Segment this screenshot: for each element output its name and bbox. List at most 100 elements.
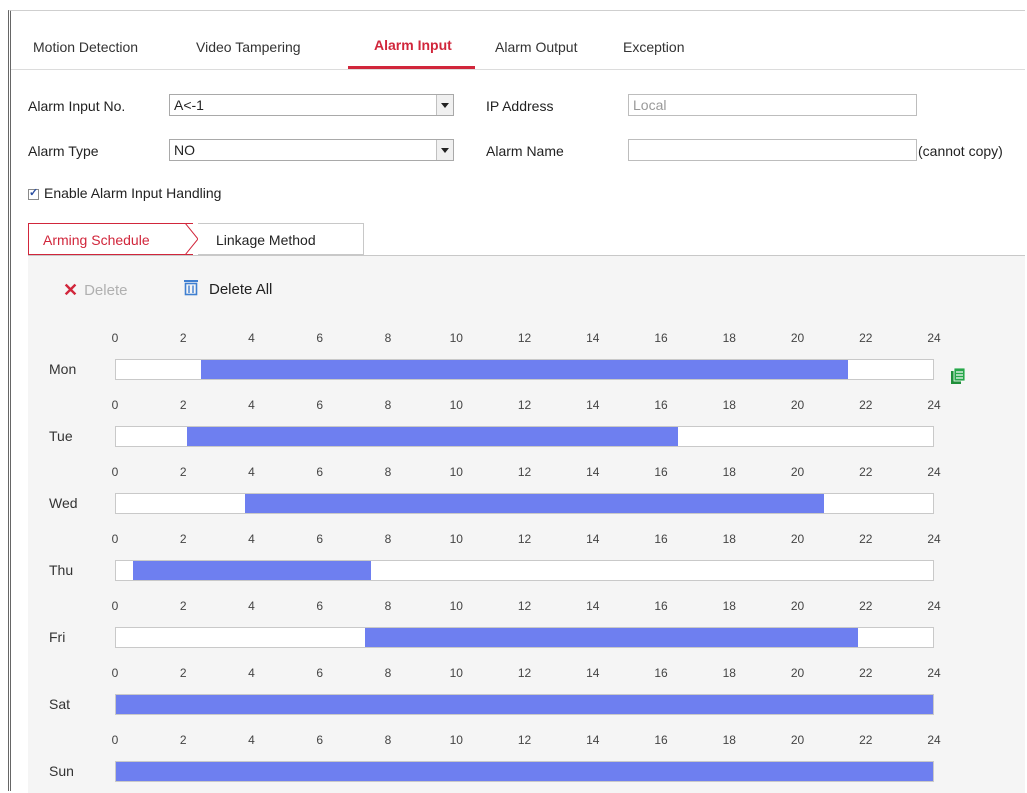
day-label: Tue [49, 428, 73, 444]
armed-time-segment[interactable] [245, 494, 825, 513]
schedule-row-mon: 0 2 4 6 8 10 12 14 16 18 20 22 24 Mon [11, 331, 1011, 391]
hour-tick-label: 18 [722, 599, 736, 613]
active-tab-indicator [348, 66, 475, 69]
tab-alarm-output[interactable]: Alarm Output [495, 39, 577, 55]
tab-video-tampering[interactable]: Video Tampering [196, 39, 301, 55]
alarm-input-no-select[interactable]: A<-1 [169, 94, 454, 116]
hour-tick-label: 4 [248, 465, 255, 479]
tab-exception[interactable]: Exception [623, 39, 684, 55]
hour-tick-label: 2 [179, 666, 187, 680]
hour-tick-label: 0 [111, 465, 119, 479]
day-timeline-bar[interactable] [115, 493, 934, 514]
armed-time-segment[interactable] [201, 360, 848, 379]
trash-icon [184, 280, 198, 296]
enable-alarm-input-label[interactable]: Enable Alarm Input Handling [44, 185, 221, 201]
hour-tick-label: 10 [449, 532, 463, 546]
chevron-down-icon[interactable] [436, 140, 453, 160]
hour-tick-label: 2 [179, 465, 187, 479]
hour-tick-label: 16 [654, 733, 668, 747]
hour-tick-label: 24 [927, 465, 941, 479]
day-timeline-bar[interactable] [115, 627, 934, 648]
schedule-row-wed: 0 2 4 6 8 10 12 14 16 18 20 22 24 Wed [11, 465, 1011, 525]
day-label: Thu [49, 562, 74, 578]
hour-tick-label: 6 [316, 532, 324, 546]
hour-tick-label: 14 [586, 733, 600, 747]
ip-address-value: Local [633, 97, 667, 113]
hour-tick-label: 12 [517, 733, 532, 747]
hour-tick-label: 8 [384, 666, 392, 680]
hour-tick-label: 20 [790, 733, 805, 747]
tab-motion-detection[interactable]: Motion Detection [33, 39, 138, 55]
hour-tick-label: 24 [927, 733, 941, 747]
hour-tick-label: 24 [927, 331, 941, 345]
hour-tick-label: 14 [586, 465, 600, 479]
hour-tick-label: 4 [248, 599, 255, 613]
hour-tick-label: 8 [384, 331, 392, 345]
hour-tick-label: 22 [859, 666, 873, 680]
hour-tick-label: 14 [586, 666, 600, 680]
hour-tick-label: 18 [722, 465, 736, 479]
hour-tick-label: 4 [248, 331, 255, 345]
hour-tick-label: 6 [316, 733, 324, 747]
hour-tick-label: 8 [384, 532, 392, 546]
hour-tick-label: 8 [384, 599, 392, 613]
hour-tick-label: 0 [111, 398, 119, 412]
ip-address-label: IP Address [486, 98, 554, 114]
day-timeline-bar[interactable] [115, 694, 934, 715]
copy-icon[interactable] [951, 368, 965, 384]
delete-all-button[interactable]: Delete All [183, 279, 272, 298]
hour-tick-label: 18 [722, 532, 736, 546]
hour-tick-label: 12 [517, 398, 532, 412]
hour-tick-label: 20 [790, 599, 805, 613]
armed-time-segment[interactable] [116, 762, 933, 781]
enable-alarm-input-checkbox[interactable] [28, 186, 39, 200]
delete-label: Delete [84, 282, 128, 299]
day-timeline-bar[interactable] [115, 560, 934, 581]
close-icon: ✕ [63, 280, 79, 300]
day-timeline-bar[interactable] [115, 359, 934, 380]
hour-ticks: 0 2 4 6 8 10 12 14 16 18 20 22 24 [112, 666, 945, 684]
schedule-row-sun: 0 2 4 6 8 10 12 14 16 18 20 22 24 Sun [11, 733, 1011, 793]
day-timeline-bar[interactable] [115, 761, 934, 782]
subtab-arming-schedule[interactable]: Arming Schedule [28, 223, 193, 255]
hour-tick-label: 14 [586, 532, 600, 546]
hour-ticks: 0 2 4 6 8 10 12 14 16 18 20 22 24 [111, 398, 945, 416]
alarm-name-hint: (cannot copy) [918, 143, 1003, 159]
hour-tick-label: 20 [790, 532, 805, 546]
subtab-linkage-method[interactable]: Linkage Method [198, 223, 364, 255]
hour-tick-label: 10 [449, 331, 463, 345]
hour-tick-label: 18 [722, 331, 736, 345]
ip-address-field[interactable]: Local [628, 94, 917, 116]
hour-tick-label: 2 [179, 733, 187, 747]
day-timeline-bar[interactable] [115, 426, 934, 447]
delete-button[interactable]: ✕ Delete [63, 279, 127, 300]
alarm-type-select[interactable]: NO [169, 139, 454, 161]
hour-tick-label: 8 [384, 398, 392, 412]
schedule-row-sat: 0 2 4 6 8 10 12 14 16 18 20 22 24 Sat [11, 666, 1011, 726]
hour-tick-label: 6 [316, 331, 324, 345]
tab-alarm-input[interactable]: Alarm Input [374, 37, 452, 53]
chevron-down-icon[interactable] [436, 95, 453, 115]
hour-tick-label: 16 [654, 599, 668, 613]
hour-tick-label: 4 [248, 398, 255, 412]
hour-tick-label: 22 [859, 599, 873, 613]
hour-tick-label: 24 [927, 666, 941, 680]
day-label: Sun [49, 763, 74, 779]
armed-time-segment[interactable] [116, 695, 933, 714]
hour-tick-label: 22 [859, 398, 873, 412]
hour-tick-label: 4 [248, 666, 255, 680]
armed-time-segment[interactable] [133, 561, 372, 580]
alarm-name-field[interactable] [628, 139, 917, 161]
hour-ticks: 0 2 4 6 8 10 12 14 16 18 20 22 24 [111, 465, 945, 483]
hour-tick-label: 12 [517, 599, 532, 613]
armed-time-segment[interactable] [364, 628, 859, 647]
hour-tick-label: 6 [316, 398, 324, 412]
armed-time-segment[interactable] [187, 427, 678, 446]
hour-tick-label: 24 [927, 532, 941, 546]
hour-tick-label: 14 [586, 331, 600, 345]
hour-tick-label: 2 [179, 532, 187, 546]
hour-tick-label: 0 [111, 532, 119, 546]
hour-tick-label: 8 [384, 733, 392, 747]
schedule-row-thu: 0 2 4 6 8 10 12 14 16 18 20 22 24 Thu [11, 532, 1011, 592]
hour-tick-label: 22 [859, 331, 873, 345]
